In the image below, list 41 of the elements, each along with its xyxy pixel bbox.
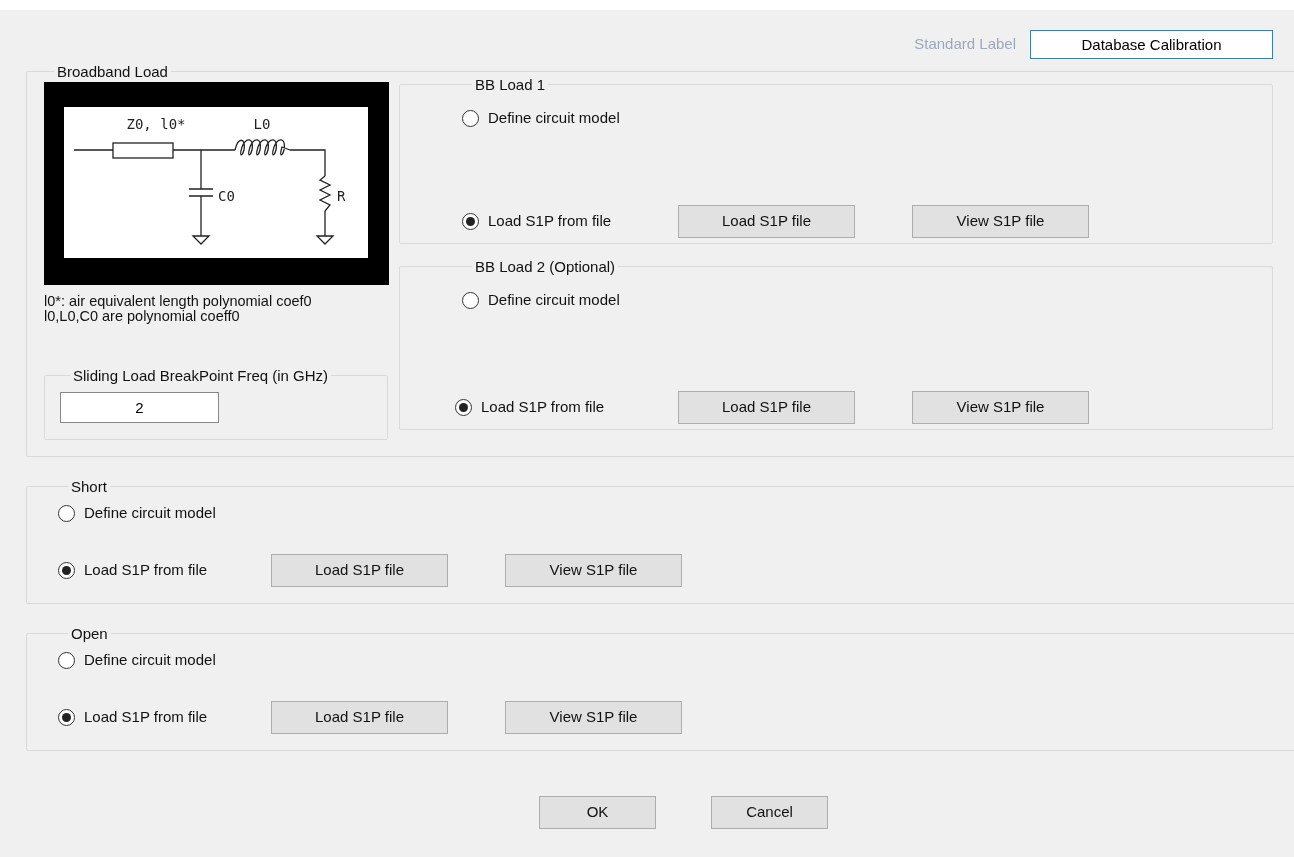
file-button[interactable]: Load S1P file xyxy=(678,204,855,238)
radio-button[interactable]: Define circuit model xyxy=(462,107,678,130)
radio-icon[interactable] xyxy=(58,708,75,726)
radio-button[interactable]: Load S1P from file xyxy=(58,705,271,729)
file-button[interactable]: Load S1P file xyxy=(678,390,855,424)
radio-icon[interactable] xyxy=(455,398,472,416)
frequency-field[interactable]: 2 xyxy=(60,392,219,423)
file-button[interactable]: Load S1P file xyxy=(271,700,448,734)
component-label: C0 xyxy=(218,188,235,204)
radio-button[interactable]: Define circuit model xyxy=(58,649,271,672)
standard-label-field[interactable]: Database Calibration xyxy=(1030,29,1273,59)
component-label: Z0, l0* xyxy=(126,116,186,132)
group-title: Sliding Load BreakPoint Freq (in GHz) xyxy=(72,368,330,383)
radio-button[interactable]: Define circuit model xyxy=(462,289,678,312)
file-button[interactable]: View S1P file xyxy=(505,700,682,734)
component-label: L0 xyxy=(253,116,271,132)
group-title: Broadband Load xyxy=(56,64,169,79)
component-label: R xyxy=(337,188,346,204)
dialog-button[interactable]: Cancel xyxy=(711,796,828,829)
file-button[interactable]: View S1P file xyxy=(505,553,682,587)
radio-icon[interactable] xyxy=(58,504,75,522)
note-text: l0,L0,C0 are polynomial coeff0 xyxy=(44,309,240,324)
file-button[interactable]: View S1P file xyxy=(912,390,1089,424)
radio-button[interactable]: Load S1P from file xyxy=(462,209,678,233)
group-title: BB Load 1 xyxy=(474,77,547,92)
radio-button[interactable]: Define circuit model xyxy=(58,502,271,525)
radio-icon[interactable] xyxy=(462,109,479,127)
group-title: BB Load 2 (Optional) xyxy=(474,259,617,274)
dialog-button[interactable]: OK xyxy=(539,796,656,829)
radio-icon[interactable] xyxy=(462,291,479,309)
radio-icon[interactable] xyxy=(58,561,75,579)
field-label: Standard Label xyxy=(914,33,1016,54)
group-title: Short xyxy=(70,479,108,494)
radio-icon[interactable] xyxy=(462,212,479,230)
radio-button[interactable]: Load S1P from file xyxy=(58,558,271,582)
file-button[interactable]: Load S1P file xyxy=(271,553,448,587)
file-button[interactable]: View S1P file xyxy=(912,204,1089,238)
group-title: Open xyxy=(70,626,109,641)
radio-icon[interactable] xyxy=(58,651,75,669)
radio-button[interactable]: Load S1P from file xyxy=(455,395,678,419)
note-text: l0*: air equivalent length polynomial coef0 xyxy=(44,294,313,309)
